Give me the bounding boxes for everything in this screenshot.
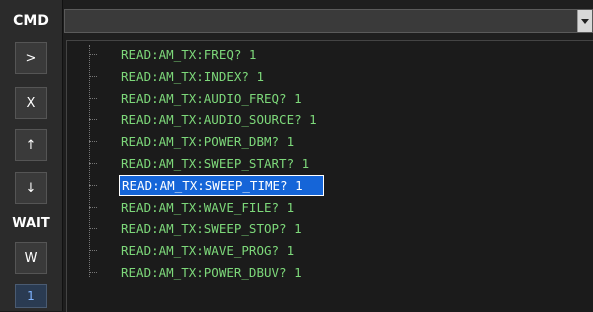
tree-branch-line: [89, 97, 97, 99]
tree-item-label: READ:AM_TX:POWER_DBUV? 1: [121, 265, 302, 280]
move-down-button[interactable]: ↓: [15, 172, 47, 204]
tree-item-label: READ:AM_TX:INDEX? 1: [121, 68, 264, 84]
wait-label: WAIT: [12, 215, 50, 231]
tree-branch-line: [89, 206, 97, 208]
cmd-header: CMD: [13, 13, 49, 29]
tree-item[interactable]: READ:AM_TX:INDEX? 1: [89, 66, 469, 87]
chevron-down-icon[interactable]: [577, 10, 592, 32]
tree-branch-line: [89, 141, 97, 143]
tree-item[interactable]: READ:AM_TX:POWER_DBM? 1: [89, 131, 469, 152]
command-tree: READ:AM_TX:FREQ? 1 READ:AM_TX:INDEX? 1 REA…: [66, 40, 593, 312]
move-up-button[interactable]: ↑: [15, 129, 47, 161]
tree-item[interactable]: READ:AM_TX:AUDIO_SOURCE? 1: [89, 109, 469, 130]
wait-button[interactable]: W: [15, 242, 47, 274]
tree-item[interactable]: READ:AM_TX:SWEEP_START? 1: [89, 153, 469, 174]
tree-item[interactable]: READ:AM_TX:WAVE_PROG? 1: [89, 240, 469, 261]
tree-item[interactable]: READ:AM_TX:FREQ? 1: [89, 44, 469, 65]
tree-branch-line: [89, 184, 97, 186]
command-panel: CMD > X ↑ ↓ WAIT W 1 READ:AM_TX:FREQ? 1R…: [0, 0, 593, 312]
tree-item-label: READ:AM_TX:POWER_DBM? 1: [121, 134, 295, 150]
tree-branch-line: [89, 119, 97, 121]
command-sidebar: CMD > X ↑ ↓ WAIT W 1: [0, 0, 63, 311]
tree-branch-line: [89, 250, 97, 252]
tree-branch-line: [89, 272, 97, 273]
tree-item-label: READ:AM_TX:AUDIO_SOURCE? 1: [121, 112, 317, 128]
execute-button[interactable]: >: [15, 42, 47, 74]
tree-item[interactable]: READ:AM_TX:SWEEP_STOP? 1: [89, 218, 469, 239]
tree-item[interactable]: READ:AM_TX:POWER_DBUV? 1: [89, 262, 469, 283]
tree-branch-line: [89, 75, 97, 77]
tree-item-label: READ:AM_TX:FREQ? 1: [121, 47, 257, 62]
wait-counter[interactable]: 1: [15, 284, 47, 308]
tree-item[interactable]: READ:AM_TX:WAVE_FILE? 1: [89, 197, 469, 218]
tree-item-label: READ:AM_TX:WAVE_PROG? 1: [121, 243, 295, 259]
command-dropdown[interactable]: [64, 9, 593, 33]
tree-branch-line: [89, 54, 97, 55]
clear-button[interactable]: X: [15, 87, 47, 119]
tree-item-selected[interactable]: READ:AM_TX:SWEEP_TIME? 1: [89, 174, 469, 196]
tree-item-label: READ:AM_TX:SWEEP_START? 1: [121, 156, 310, 171]
tree-branch-line: [89, 163, 97, 164]
tree-item-label: READ:AM_TX:AUDIO_FREQ? 1: [121, 90, 302, 106]
tree-item-label: READ:AM_TX:SWEEP_TIME? 1: [119, 174, 324, 196]
tree-item-label: READ:AM_TX:SWEEP_STOP? 1: [121, 221, 302, 237]
tree-branch-line: [89, 228, 97, 230]
tree-item-label: READ:AM_TX:WAVE_FILE? 1: [121, 199, 295, 215]
tree-item[interactable]: READ:AM_TX:AUDIO_FREQ? 1: [89, 88, 469, 109]
